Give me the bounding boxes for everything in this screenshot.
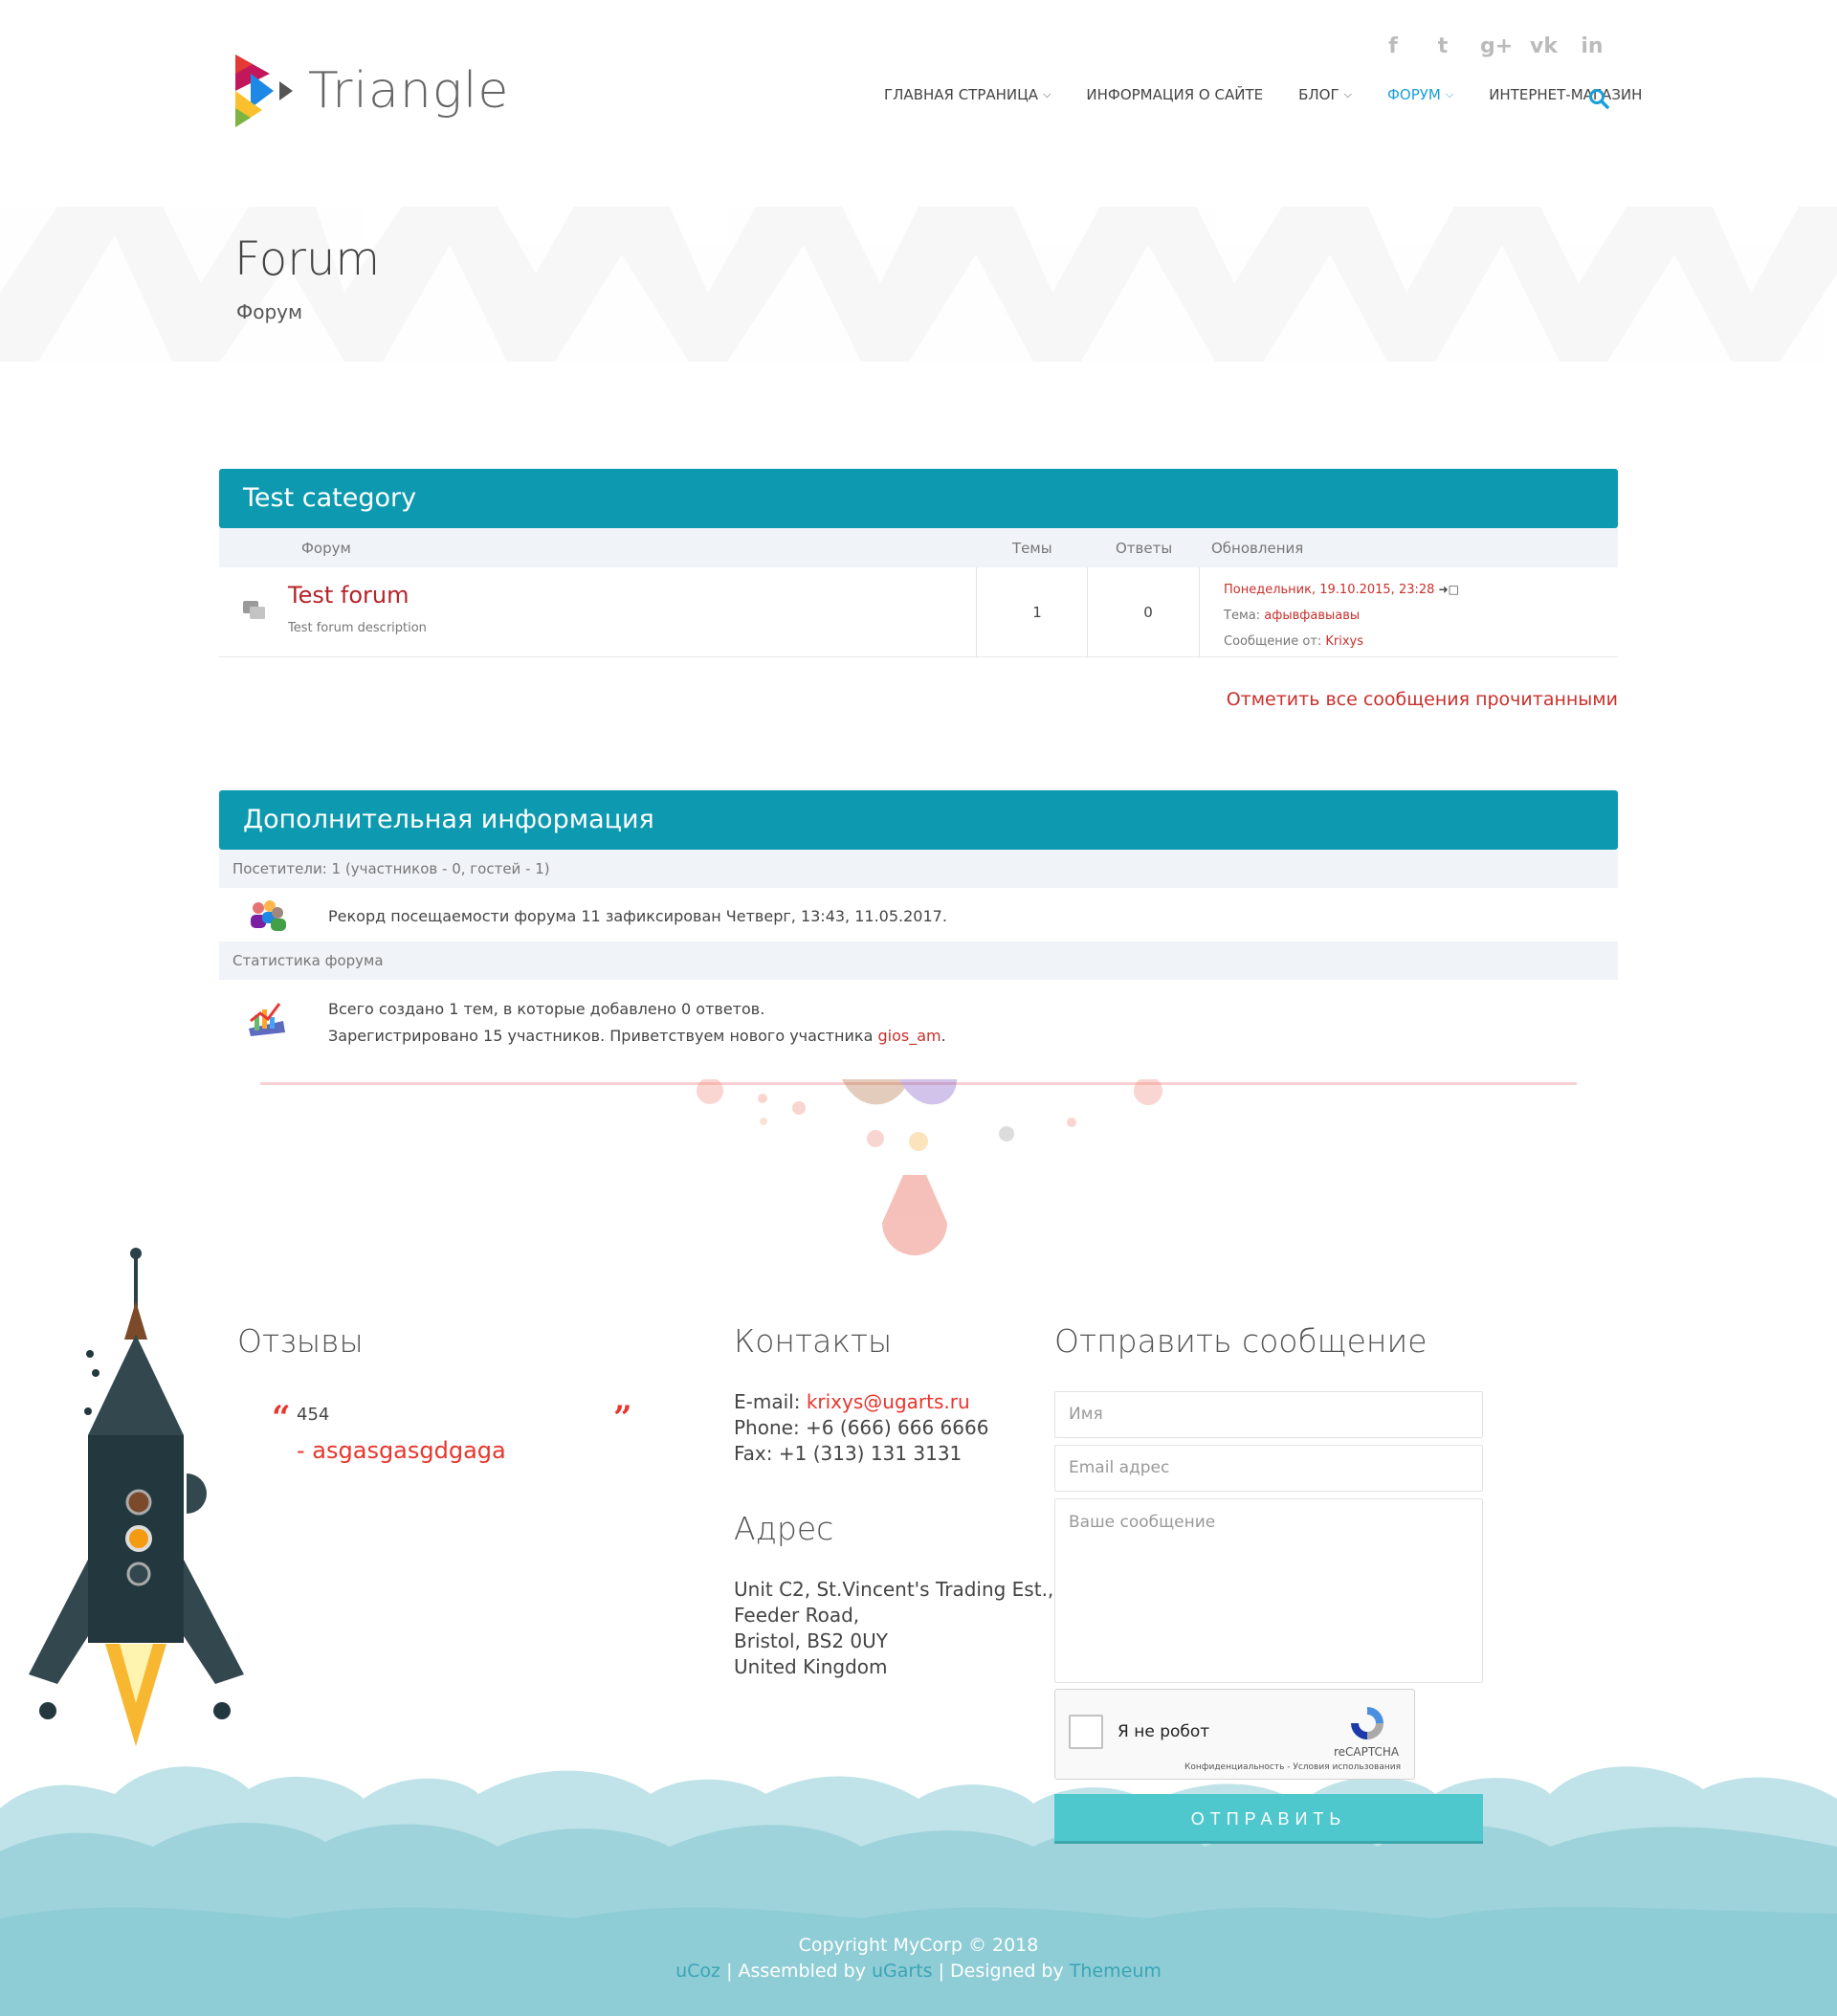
last-update: Понедельник, 19.10.2015, 23:28 ➜□ Тема: … [1224,577,1459,654]
table-row: Test forum Test forum description 1 0 По… [219,567,1618,657]
credit-text: | Assembled by [720,1961,872,1982]
recaptcha-widget: Я не робот reCAPTCHA Конфиденциальность … [1054,1689,1415,1780]
name-input[interactable]: Имя [1054,1391,1483,1438]
nav-item-about[interactable]: ИНФОРМАЦИЯ О САЙТЕ [1086,86,1263,103]
logo-text: Triangle [308,62,510,120]
twitter-icon[interactable]: t [1430,34,1455,59]
address-block: Unit C2, St.Vincent's Trading Est., Feed… [734,1577,1053,1680]
review-text: 454 [297,1405,330,1425]
topics-count: 1 [1032,604,1042,621]
forum-stats: Всего создано 1 тем, в которые добавлено… [328,996,946,1050]
message-textarea[interactable]: Ваше сообщение [1054,1498,1483,1683]
email-input[interactable]: Email адрес [1054,1445,1483,1492]
address-line: Bristol, BS2 0UY [734,1629,888,1652]
page-subtitle: Форум [236,300,303,323]
recaptcha-brand: reCAPTCHA [1334,1745,1400,1759]
info-header: Дополнительная информация [219,790,1618,850]
phone-line: Phone: +6 (666) 666 6666 [734,1416,989,1439]
users-icon [251,900,286,931]
nav-item-blog[interactable]: БЛОГ ⌵ [1298,86,1352,103]
rocket-illustration [29,1248,244,1746]
author-label: Сообщение от: [1224,634,1322,649]
email-label: E-mail: [734,1390,807,1413]
quote-close-icon: ” [613,1399,632,1437]
send-button[interactable]: ОТПРАВИТЬ [1054,1794,1483,1844]
nav-label: ГЛАВНАЯ СТРАНИЦА [884,86,1039,103]
themeum-link[interactable]: Themeum [1070,1961,1162,1982]
divider [1199,567,1200,657]
go-to-post-icon[interactable]: ➜□ [1439,583,1459,596]
main-nav: ГЛАВНАЯ СТРАНИЦА ⌵ ИНФОРМАЦИЯ О САЙТЕ БЛ… [884,86,1677,103]
col-topics: Темы [1012,540,1052,557]
nav-label: ИНТЕРНЕТ-МАГАЗИН [1489,86,1643,103]
triangle-logo-icon [235,55,293,127]
social-links: f t g+ vk in [1381,34,1605,59]
stats-suffix: . [941,1027,946,1045]
review-author: - asgasgasgdgaga [297,1437,506,1464]
address-line: Unit C2, St.Vincent's Trading Est., [734,1578,1054,1601]
col-updates: Обновления [1211,540,1304,557]
address-title: Адрес [734,1510,834,1547]
address-line: United Kingdom [734,1655,888,1678]
ugarts-link[interactable]: uGarts [872,1961,933,1982]
chevron-down-icon: ⌵ [1343,88,1352,100]
mark-all-read-link[interactable]: Отметить все сообщения прочитанными [1227,689,1618,710]
topic-label: Тема: [1224,609,1261,623]
topic-link[interactable]: афывфавыавы [1264,609,1360,623]
nav-item-forum[interactable]: ФОРУМ ⌵ [1387,86,1453,103]
forum-folder-icon [243,601,265,619]
visitors-row: Посетители: 1 (участников - 0, гостей - … [219,850,1618,888]
stats-line-2: Зарегистрировано 15 участников. Приветст… [328,1023,946,1050]
decorative-illustration [697,1079,1162,1255]
forum-link[interactable]: Test forum [288,582,409,609]
new-member-link[interactable]: gios_am [877,1027,941,1045]
attendance-record: Рекорд посещаемости форума 11 зафиксиров… [328,907,947,925]
credit-text: | Designed by [932,1961,1070,1982]
forum-table-header: Форум Темы Ответы Обновления [219,528,1618,567]
contacts-info: E-mail: krixys@ugarts.ru Phone: +6 (666)… [734,1389,988,1467]
search-icon[interactable] [1588,88,1609,109]
chevron-down-icon: ⌵ [1445,88,1454,100]
col-forum: Форум [301,540,351,557]
address-line: Feeder Road, [734,1604,860,1627]
ucoz-link[interactable]: uCoz [675,1961,720,1982]
nav-label: БЛОГ [1298,86,1339,103]
category-header[interactable]: Test category [219,469,1618,528]
fax-line: Fax: +1 (313) 131 3131 [734,1442,963,1465]
send-message-title: Отправить сообщение [1054,1322,1428,1360]
credits: uCoz | Assembled by uGarts | Designed by… [0,1961,1837,1982]
nav-item-shop[interactable]: ИНТЕРНЕТ-МАГАЗИН [1489,86,1642,103]
nav-item-home[interactable]: ГЛАВНАЯ СТРАНИЦА ⌵ [884,86,1051,103]
forum-stats-header: Статистика форума [219,942,1618,980]
forum-description: Test forum description [288,621,427,635]
email-link[interactable]: krixys@ugarts.ru [807,1390,970,1413]
contacts-title: Контакты [734,1322,893,1360]
site-logo[interactable]: Triangle [233,53,511,134]
col-replies: Ответы [1116,540,1173,557]
stats-chart-icon [249,1003,285,1036]
recaptcha-label: Я не робот [1118,1722,1210,1741]
email-line: E-mail: krixys@ugarts.ru [734,1389,988,1415]
linkedin-icon[interactable]: in [1580,34,1605,59]
google-plus-icon[interactable]: g+ [1480,34,1513,59]
author-link[interactable]: Krixys [1325,634,1363,649]
quote-open-icon: “ [272,1399,291,1437]
stats-line-1: Всего создано 1 тем, в которые добавлено… [328,1000,765,1018]
nav-label: ИНФОРМАЦИЯ О САЙТЕ [1086,86,1264,103]
divider [1087,567,1088,657]
recaptcha-checkbox[interactable] [1069,1715,1103,1749]
stats-text: Зарегистрировано 15 участников. Приветст… [328,1027,878,1045]
facebook-icon[interactable]: f [1381,34,1405,59]
vk-icon[interactable]: vk [1530,34,1558,59]
chevron-down-icon: ⌵ [1043,88,1051,100]
replies-count: 0 [1143,604,1153,621]
reviews-title: Отзывы [237,1322,364,1360]
recaptcha-links[interactable]: Конфиденциальность - Условия использован… [1184,1762,1401,1772]
page-title: Forum [234,233,381,286]
last-post-date[interactable]: Понедельник, 19.10.2015, 23:28 [1224,583,1434,597]
copyright: Copyright MyCorp © 2018 [798,1935,1039,1956]
nav-label: ФОРУМ [1386,86,1441,103]
recaptcha-icon [1351,1707,1383,1739]
divider [976,567,977,657]
